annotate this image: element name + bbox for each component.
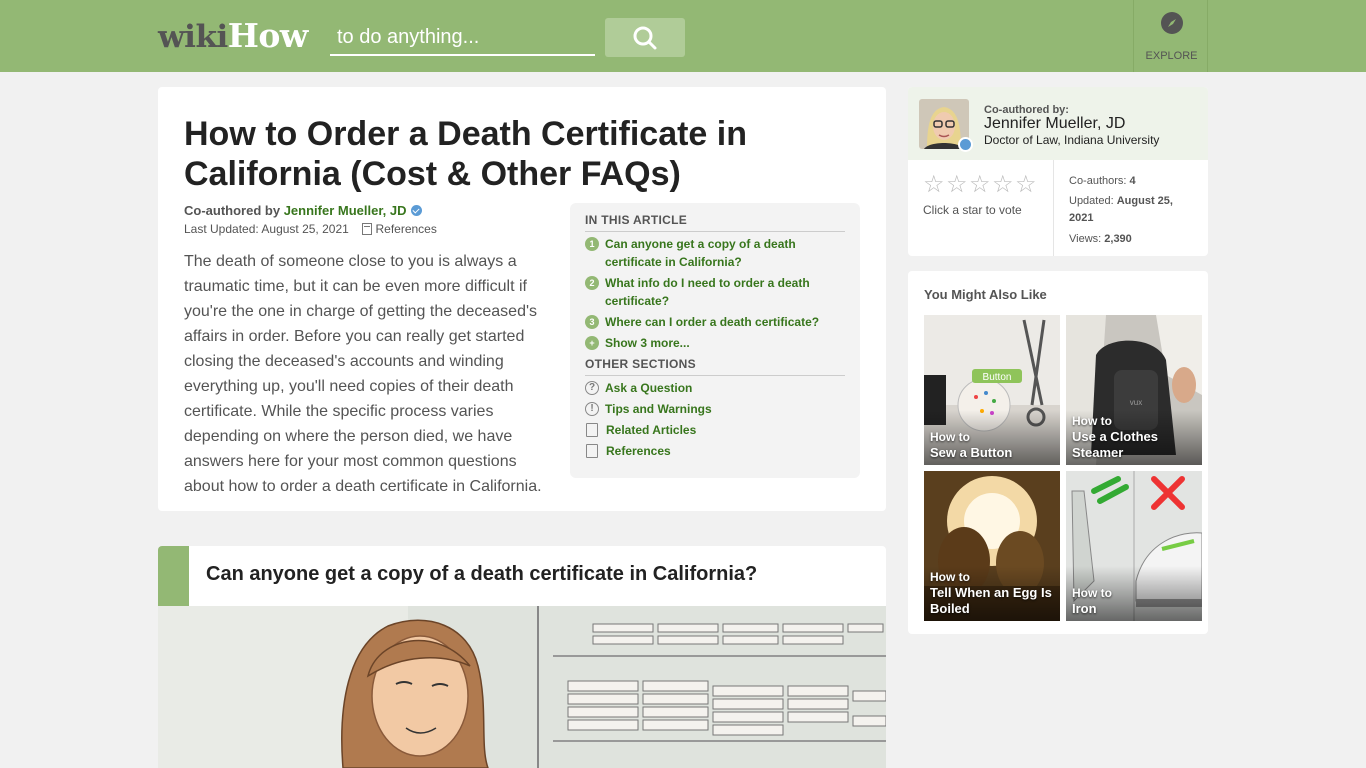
- explore-button[interactable]: EXPLORE: [1133, 0, 1208, 72]
- coauthors-count: Co-authors: 4: [1069, 173, 1199, 190]
- tile-caption: How to Iron: [1072, 585, 1200, 617]
- search-icon: [633, 26, 657, 49]
- svg-text:vux: vux: [1130, 398, 1142, 407]
- related-tile-egg-boiled[interactable]: How to Tell When an Egg Is Boiled: [924, 471, 1060, 621]
- tile-caption: How to Tell When an Egg Is Boiled: [930, 569, 1058, 617]
- coauthored-label: Co-authored by: [184, 203, 281, 218]
- vote-prompt: Click a star to vote: [923, 203, 1022, 217]
- author-header: Co-authored by: Jennifer Mueller, JD Doc…: [908, 87, 1208, 160]
- explore-label: EXPLORE: [1145, 50, 1198, 62]
- article-intro: The death of someone close to you is alw…: [184, 253, 542, 495]
- step-number-badge: 2: [585, 276, 599, 290]
- toc-related-articles[interactable]: Related Articles: [585, 421, 845, 439]
- last-updated-text: Last Updated: August 25, 2021: [184, 222, 349, 236]
- toc-ask-question[interactable]: ? Ask a Question: [585, 379, 845, 397]
- compass-icon: [1161, 12, 1183, 34]
- tile-howto: How to: [1072, 414, 1112, 428]
- related-heading: You Might Also Like: [924, 287, 1047, 302]
- author-degree: Doctor of Law, Indiana University: [984, 133, 1160, 147]
- author-name[interactable]: Jennifer Mueller, JD: [984, 115, 1125, 133]
- tile-caption: How to Use a Clothes Steamer: [1072, 413, 1200, 461]
- question-circle-icon: ?: [585, 381, 599, 395]
- toc-item-1[interactable]: 1 Can anyone get a copy of a death certi…: [585, 235, 845, 271]
- coauthor-line: Co-authored by Jennifer Mueller, JD: [184, 203, 422, 218]
- search-input[interactable]: [330, 20, 595, 56]
- last-updated-line: Last Updated: August 25, 2021 References: [184, 222, 437, 236]
- exclamation-circle-icon: !: [585, 402, 599, 416]
- section-illustration: [158, 606, 886, 768]
- divider: [585, 231, 845, 232]
- section-title: Can anyone get a copy of a death certifi…: [206, 563, 758, 585]
- table-of-contents: IN THIS ARTICLE 1 Can anyone get a copy …: [570, 203, 860, 478]
- views-count: Views: 2,390: [1069, 231, 1199, 248]
- step-number-badge: 3: [585, 315, 599, 329]
- toc-show-more[interactable]: + Show 3 more...: [585, 334, 845, 352]
- tile-title: Tell When an Egg Is Boiled: [930, 585, 1052, 616]
- toc-item-3[interactable]: 3 Where can I order a death certificate?: [585, 313, 845, 331]
- wikihow-logo[interactable]: wiki How: [158, 16, 309, 55]
- svg-text:Button: Button: [983, 372, 1012, 383]
- tile-howto: How to: [930, 570, 970, 584]
- search-button[interactable]: [605, 18, 685, 57]
- divider: [585, 375, 845, 376]
- toc-item-label: Tips and Warnings: [605, 402, 712, 416]
- tile-title: Iron: [1072, 601, 1097, 616]
- star-icon[interactable]: ☆: [992, 173, 1015, 197]
- section-card: Can anyone get a copy of a death certifi…: [158, 546, 886, 768]
- toc-item-label: Where can I order a death certificate?: [605, 315, 820, 329]
- updated-label: Updated:: [1069, 195, 1114, 207]
- star-icon[interactable]: ☆: [923, 173, 946, 197]
- related-tile-iron[interactable]: How to Iron: [1066, 471, 1202, 621]
- verified-badge-icon: [958, 137, 973, 152]
- references-link[interactable]: References: [375, 222, 436, 236]
- verified-badge-icon: [410, 205, 422, 216]
- coauthors-label: Co-authors:: [1069, 175, 1127, 187]
- views-value: 2,390: [1104, 233, 1132, 245]
- bookmark-icon: [586, 444, 598, 458]
- updated-date: Updated: August 25, 2021: [1069, 193, 1199, 227]
- star-rating: ☆ ☆ ☆ ☆ ☆: [923, 173, 1038, 197]
- tile-howto: How to: [930, 430, 970, 444]
- site-header: wiki How EXPLORE: [0, 0, 1366, 72]
- toc-item-label: What info do I need to order a death cer…: [605, 276, 810, 308]
- author-card: Co-authored by: Jennifer Mueller, JD Doc…: [908, 87, 1208, 256]
- toc-tips-warnings[interactable]: ! Tips and Warnings: [585, 400, 845, 418]
- related-tile-sew-button[interactable]: Button How to Sew a Button: [924, 315, 1060, 465]
- tile-howto: How to: [1072, 586, 1112, 600]
- star-icon[interactable]: ☆: [1015, 173, 1038, 197]
- logo-wiki-text: wiki: [158, 19, 228, 55]
- toc-item-label: References: [606, 444, 671, 458]
- tile-title: Use a Clothes Steamer: [1072, 429, 1158, 460]
- related-articles-card: You Might Also Like Button How to Sew a …: [908, 271, 1208, 634]
- section-accent-bar: [158, 546, 189, 606]
- toc-heading: IN THIS ARTICLE: [585, 213, 688, 227]
- tile-title: Sew a Button: [930, 445, 1013, 460]
- tile-caption: How to Sew a Button: [930, 429, 1058, 461]
- toc-references[interactable]: References: [585, 442, 845, 460]
- star-icon[interactable]: ☆: [946, 173, 969, 197]
- bookmark-icon: [362, 223, 373, 235]
- toc-item-label: Show 3 more...: [605, 336, 690, 350]
- star-icon[interactable]: ☆: [969, 173, 992, 197]
- article-title: How to Order a Death Certificate in Cali…: [184, 115, 747, 193]
- plus-icon: +: [585, 336, 599, 350]
- divider: [1053, 160, 1054, 256]
- logo-how-text: How: [227, 16, 309, 55]
- step-number-badge: 1: [585, 237, 599, 251]
- toc-item-2[interactable]: 2 What info do I need to order a death c…: [585, 274, 845, 310]
- toc-item-label: Ask a Question: [605, 381, 693, 395]
- other-sections-heading: OTHER SECTIONS: [585, 357, 696, 371]
- coauthors-value: 4: [1129, 175, 1136, 187]
- author-link[interactable]: Jennifer Mueller, JD: [284, 203, 407, 218]
- document-icon: [586, 423, 598, 437]
- related-tile-clothes-steamer[interactable]: vux How to Use a Clothes Steamer: [1066, 315, 1202, 465]
- article-intro-card: How to Order a Death Certificate in Cali…: [158, 87, 886, 511]
- views-label: Views:: [1069, 233, 1102, 245]
- toc-item-label: Related Articles: [606, 423, 697, 437]
- toc-item-label: Can anyone get a copy of a death certifi…: [605, 237, 796, 269]
